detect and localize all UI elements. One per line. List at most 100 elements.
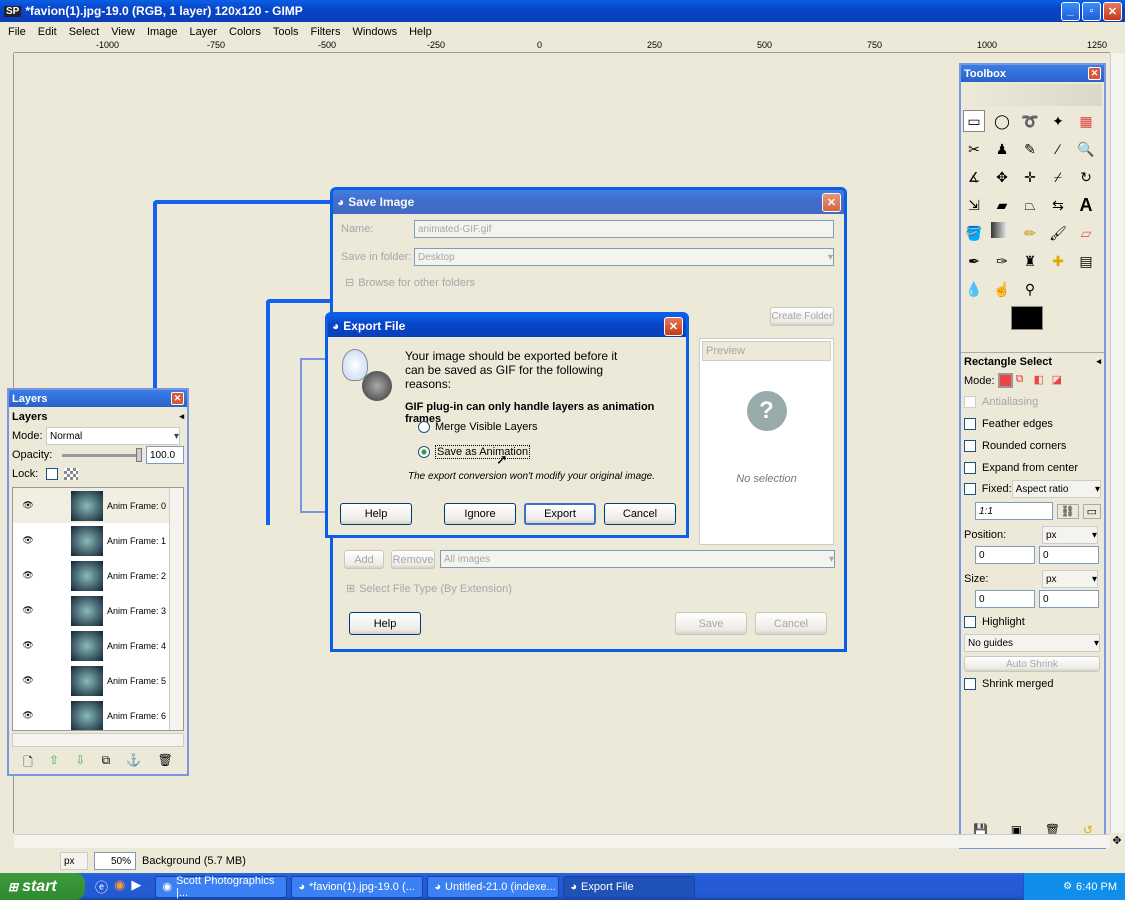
antialiasing-checkbox[interactable] bbox=[964, 396, 976, 408]
guides-select[interactable]: No guides ▾ bbox=[964, 634, 1100, 652]
start-button[interactable]: ⊞ start bbox=[0, 873, 85, 900]
task-export-file[interactable]: ◕ Export File bbox=[563, 875, 696, 898]
rotate-icon[interactable]: ↻ bbox=[1075, 166, 1097, 188]
scale-icon[interactable]: ⇲ bbox=[963, 194, 985, 216]
layer-row[interactable]: 👁 Anim Frame: 5 ( bbox=[13, 663, 183, 698]
opacity-slider[interactable] bbox=[62, 447, 142, 462]
filename-input[interactable]: animated-GIF.gif bbox=[414, 220, 834, 238]
eraser-icon[interactable]: ▱ bbox=[1075, 222, 1097, 244]
perspective-icon[interactable]: ⏢ bbox=[1019, 194, 1041, 216]
bucket-fill-icon[interactable]: 🪣 bbox=[963, 222, 985, 244]
color-picker-icon[interactable]: ⁄ bbox=[1047, 138, 1069, 160]
new-layer-icon[interactable]: 🗋 bbox=[23, 753, 33, 774]
eye-icon[interactable]: 👁 bbox=[13, 640, 43, 651]
opacity-input[interactable]: 100.0 bbox=[146, 446, 184, 464]
media-player-icon[interactable]: ▶ bbox=[131, 877, 141, 896]
delete-layer-icon[interactable]: 🗑 bbox=[158, 753, 173, 774]
ratio-input[interactable]: 1:1 bbox=[975, 502, 1053, 520]
merge-visible-layers-radio[interactable]: Merge Visible Layers bbox=[418, 421, 538, 433]
paintbrush-icon[interactable]: 🖌 bbox=[1047, 222, 1069, 244]
auto-shrink-button[interactable]: Auto Shrink bbox=[964, 656, 1100, 672]
export-button[interactable]: Export bbox=[524, 503, 596, 525]
free-select-icon[interactable]: ➰ bbox=[1019, 110, 1041, 132]
lower-layer-icon[interactable]: ⇩ bbox=[75, 753, 85, 774]
folder-select[interactable]: Desktop ▾ bbox=[414, 248, 834, 266]
align-icon[interactable]: ✛ bbox=[1019, 166, 1041, 188]
mode-select[interactable]: Normal ▾ bbox=[46, 427, 180, 445]
layer-row[interactable]: 👁 Anim Frame: 6 ( bbox=[13, 698, 183, 730]
browse-expander[interactable]: ⊟ Browse for other folders bbox=[333, 266, 844, 290]
scissors-icon[interactable]: ✂ bbox=[963, 138, 985, 160]
save-dialog-close-button[interactable]: ✕ bbox=[822, 192, 841, 212]
canvas-horizontal-scrollbar[interactable] bbox=[14, 834, 1110, 848]
replace-mode-icon[interactable] bbox=[997, 373, 1013, 388]
menu-file[interactable]: File bbox=[2, 26, 32, 38]
rounded-option[interactable]: Rounded corners bbox=[961, 430, 1104, 452]
fuzzy-select-icon[interactable]: ✦ bbox=[1047, 110, 1069, 132]
layer-row[interactable]: 👁 Anim Frame: 1 ( bbox=[13, 523, 183, 558]
move-icon[interactable]: ✥ bbox=[991, 166, 1013, 188]
menu-layer[interactable]: Layer bbox=[184, 26, 224, 38]
highlight-option[interactable]: Highlight bbox=[961, 608, 1104, 628]
layers-tab[interactable]: Layers ◂ bbox=[9, 407, 187, 427]
size-unit-select[interactable]: px ▾ bbox=[1042, 570, 1098, 588]
tab-menu-icon[interactable]: ◂ bbox=[179, 411, 184, 423]
file-filter-select[interactable]: All images ▾ bbox=[440, 550, 835, 568]
canvas-vertical-scrollbar[interactable] bbox=[1110, 53, 1124, 833]
navigate-icon[interactable]: ✥ bbox=[1110, 834, 1124, 848]
shear-icon[interactable]: ▰ bbox=[991, 194, 1013, 216]
menu-select[interactable]: Select bbox=[63, 26, 106, 38]
antialiasing-option[interactable]: Antialiasing bbox=[961, 390, 1104, 408]
pencil-icon[interactable]: ✏ bbox=[1019, 222, 1041, 244]
menu-help[interactable]: Help bbox=[403, 26, 438, 38]
task-gimp-image[interactable]: ◕ *favion(1).jpg-19.0 (... bbox=[291, 875, 424, 898]
smudge-icon[interactable]: ☝ bbox=[991, 278, 1013, 300]
chain-icon[interactable]: ⛓ bbox=[1056, 503, 1079, 519]
add-button[interactable]: Add bbox=[344, 550, 384, 569]
airbrush-icon[interactable]: ✒ bbox=[963, 250, 985, 272]
clone-icon[interactable]: ♜ bbox=[1019, 250, 1041, 272]
expand-option[interactable]: Expand from center bbox=[961, 452, 1104, 474]
layer-row[interactable]: 👁 Anim Frame: 0 ( bbox=[13, 488, 183, 523]
task-gimp-untitled[interactable]: ◕ Untitled-21.0 (indexe... bbox=[427, 875, 560, 898]
lock-pixels-checkbox[interactable] bbox=[46, 468, 58, 480]
firefox-icon[interactable]: ◉ bbox=[114, 877, 125, 896]
menu-edit[interactable]: Edit bbox=[32, 26, 63, 38]
save-as-animation-radio[interactable]: Save as Animation bbox=[418, 445, 531, 459]
menu-filters[interactable]: Filters bbox=[305, 26, 347, 38]
text-icon[interactable]: A bbox=[1075, 194, 1097, 216]
fixed-checkbox[interactable] bbox=[964, 483, 976, 495]
ellipse-select-icon[interactable]: ◯ bbox=[991, 110, 1013, 132]
layers-vertical-scrollbar[interactable] bbox=[169, 488, 183, 730]
shrink-merged-checkbox[interactable] bbox=[964, 678, 976, 690]
zoom-icon[interactable]: 🔍 bbox=[1075, 138, 1097, 160]
maximize-button[interactable]: ▫ bbox=[1082, 1, 1101, 21]
ie-icon[interactable]: ⓔ bbox=[95, 877, 108, 896]
remove-button[interactable]: Remove bbox=[391, 550, 435, 569]
layer-row[interactable]: 👁 Anim Frame: 3 ( bbox=[13, 593, 183, 628]
layer-row[interactable]: 👁 Anim Frame: 4 ( bbox=[13, 628, 183, 663]
heal-icon[interactable]: ✚ bbox=[1047, 250, 1069, 272]
flip-icon[interactable]: ⇆ bbox=[1047, 194, 1069, 216]
size-x-input[interactable]: 0 bbox=[975, 590, 1035, 608]
zoom-select[interactable]: 50% bbox=[94, 852, 136, 870]
perspective-clone-icon[interactable]: ▤ bbox=[1075, 250, 1097, 272]
close-button[interactable]: ✕ bbox=[1103, 1, 1122, 21]
toolbox-close-button[interactable]: ✕ bbox=[1088, 67, 1101, 80]
layers-close-button[interactable]: ✕ bbox=[171, 392, 184, 405]
unit-select[interactable]: px bbox=[60, 852, 88, 870]
export-cancel-button[interactable]: Cancel bbox=[604, 503, 676, 525]
minimize-button[interactable]: _ bbox=[1061, 1, 1080, 21]
export-dialog-close-button[interactable]: ✕ bbox=[664, 316, 683, 336]
file-type-expander[interactable]: ⊞ Select File Type (By Extension) bbox=[346, 582, 512, 596]
menu-colors[interactable]: Colors bbox=[223, 26, 267, 38]
eye-icon[interactable]: 👁 bbox=[13, 605, 43, 616]
foreground-color[interactable] bbox=[1011, 306, 1043, 330]
ink-icon[interactable]: ✑ bbox=[991, 250, 1013, 272]
color-swatches[interactable] bbox=[1005, 306, 1104, 348]
eye-icon[interactable]: 👁 bbox=[13, 500, 43, 511]
menu-tools[interactable]: Tools bbox=[267, 26, 305, 38]
tray-icon[interactable]: ⚙ bbox=[1063, 881, 1072, 892]
save-cancel-button[interactable]: Cancel bbox=[755, 612, 827, 635]
task-firefox[interactable]: ◉ Scott Photographics |... bbox=[155, 875, 288, 899]
